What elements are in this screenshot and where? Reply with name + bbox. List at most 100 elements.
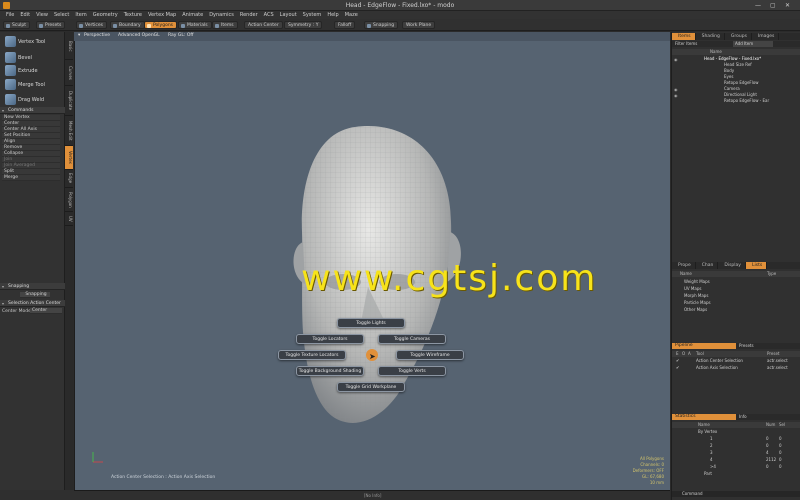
- polygons-mode-button[interactable]: Polygons: [144, 21, 178, 29]
- command-input[interactable]: Command: [672, 491, 800, 497]
- tab-shading[interactable]: Shading: [696, 33, 725, 40]
- 3d-viewport[interactable]: ✥ ⟲ ⊕ ⊞ ⋯ www.cgtsj.com Toggle Lights To…: [74, 32, 670, 490]
- menu-dynamics[interactable]: Dynamics: [206, 12, 237, 18]
- particle-maps-row[interactable]: Particle Maps: [672, 300, 800, 306]
- tab-uv[interactable]: UV: [65, 212, 73, 226]
- ray-gl-toggle[interactable]: Ray GL: Off: [168, 33, 193, 38]
- menu-edit[interactable]: Edit: [17, 12, 33, 18]
- pipeline-row[interactable]: ✔ Action Center Selection actr.select: [672, 358, 800, 364]
- merge-tool-button[interactable]: Merge Tool: [2, 77, 62, 92]
- weight-maps-row[interactable]: Weight Maps: [672, 279, 800, 285]
- morph-maps-row[interactable]: Morph Maps: [672, 293, 800, 299]
- work-plane-dropdown[interactable]: Work Plane: [402, 21, 436, 29]
- eye-visibility-icon[interactable]: ◉: [674, 93, 678, 98]
- toggle-grid-workplane-button[interactable]: Toggle Grid Workplane: [337, 382, 405, 392]
- menu-view[interactable]: View: [33, 12, 51, 18]
- toggle-wireframe-button[interactable]: Toggle Wireframe: [396, 350, 464, 360]
- menu-file[interactable]: File: [3, 12, 17, 18]
- tab-properties[interactable]: Prope: [672, 262, 696, 269]
- drag-weld-button[interactable]: Drag Weld: [2, 92, 62, 107]
- stat-part-row[interactable]: Part: [672, 471, 800, 477]
- menu-layout[interactable]: Layout: [277, 12, 300, 18]
- item-list-header: Name: [672, 49, 800, 55]
- tab-mesh-edit[interactable]: Mesh Edit: [65, 116, 73, 146]
- menu-item[interactable]: Item: [72, 12, 89, 18]
- close-button[interactable]: ✕: [785, 2, 790, 9]
- toggle-texture-locators-button[interactable]: Toggle Texture Locators: [278, 350, 346, 360]
- menu-texture[interactable]: Texture: [121, 12, 145, 18]
- menu-acs[interactable]: ACS: [261, 12, 277, 18]
- uv-maps-row[interactable]: UV Maps: [672, 286, 800, 292]
- menu-maze[interactable]: Maze: [342, 12, 361, 18]
- toggle-verts-button[interactable]: Toggle Verts: [378, 366, 446, 376]
- toggle-background-shading-button[interactable]: Toggle Background Shading: [296, 366, 364, 376]
- tab-polygon[interactable]: Polygon: [65, 188, 73, 212]
- tab-edge[interactable]: Edge: [65, 170, 73, 188]
- minimize-button[interactable]: —: [755, 2, 761, 9]
- shading-mode-dropdown[interactable]: Advanced OpenGL: [118, 33, 160, 38]
- vertices-mode-button[interactable]: Vertices: [76, 21, 107, 29]
- tab-statistics[interactable]: Statistics: [672, 414, 736, 420]
- stat-deformers: Deformers: OFF: [632, 468, 664, 473]
- tab-display[interactable]: Display: [718, 262, 746, 269]
- materials-mode-button[interactable]: Materials: [178, 21, 212, 29]
- menu-system[interactable]: System: [300, 12, 325, 18]
- cmd-merge[interactable]: Merge: [2, 175, 60, 181]
- menu-help[interactable]: Help: [324, 12, 341, 18]
- commands-header[interactable]: ▾ Commands: [0, 107, 65, 114]
- menu-geometry[interactable]: Geometry: [90, 12, 121, 18]
- snapping-toggle[interactable]: Snapping: [20, 292, 50, 298]
- tab-channels[interactable]: Chan: [696, 262, 719, 269]
- center-mode-select[interactable]: Center: [30, 308, 62, 314]
- eye-visibility-icon[interactable]: ◉: [674, 87, 678, 92]
- stat-row[interactable]: >4 0 0: [672, 464, 800, 470]
- extrude-button[interactable]: Extrude: [2, 63, 62, 78]
- tab-lists[interactable]: Lists: [745, 262, 768, 269]
- eye-visibility-icon[interactable]: ◉: [674, 57, 678, 62]
- view-type-dropdown[interactable]: Perspective: [84, 33, 110, 38]
- collapse-arrow-icon: ▾: [2, 301, 5, 306]
- toggle-locators-button[interactable]: Toggle Locators: [296, 334, 364, 344]
- stat-row[interactable]: 1 0 0: [672, 436, 800, 442]
- presets-icon: [39, 24, 43, 28]
- extrude-icon: [5, 65, 16, 76]
- item-retopo-edgeflow-ear[interactable]: Retopo EdgeFlow - Ear: [672, 98, 800, 104]
- boundary-mode-button[interactable]: Boundary: [110, 21, 145, 29]
- tab-basic[interactable]: Basic: [65, 34, 73, 60]
- tab-presets[interactable]: Presets: [736, 343, 800, 349]
- items-mode-button[interactable]: Items: [212, 21, 238, 29]
- add-item-button[interactable]: Add Item: [733, 41, 773, 47]
- stat-row[interactable]: 2 0 0: [672, 443, 800, 449]
- selection-action-center-header[interactable]: ▾ Selection Action Center: [0, 300, 65, 307]
- check-icon: ✔: [676, 365, 680, 370]
- tab-items[interactable]: Items: [672, 33, 696, 40]
- sculpt-button[interactable]: Sculpt: [3, 21, 31, 29]
- presets-button[interactable]: Presets: [36, 21, 66, 29]
- snapping-header[interactable]: ▾ Snapping: [0, 283, 65, 290]
- tab-curves[interactable]: Curves: [65, 60, 73, 86]
- toggle-cameras-button[interactable]: Toggle Cameras: [378, 334, 446, 344]
- falloff-dropdown[interactable]: Falloff: [334, 21, 356, 29]
- tab-pipeline[interactable]: Pipeline: [672, 343, 736, 349]
- stat-group-row[interactable]: By Vertex: [672, 429, 800, 435]
- viewport-menu-icon[interactable]: ▾: [78, 33, 80, 38]
- stat-row[interactable]: 4 2112 0: [672, 457, 800, 463]
- vertex-tool-button[interactable]: Vertex Tool: [2, 34, 62, 49]
- tab-info[interactable]: Info: [736, 414, 800, 420]
- menu-animate[interactable]: Animate: [179, 12, 206, 18]
- tab-vertex[interactable]: Vertex: [65, 146, 73, 170]
- menu-vertex-map[interactable]: Vertex Map: [145, 12, 179, 18]
- tab-groups[interactable]: Groups: [725, 33, 752, 40]
- pipeline-row[interactable]: ✔ Action Axis Selection actr.select: [672, 365, 800, 371]
- tab-duplicate[interactable]: Duplicate: [65, 86, 73, 116]
- toggle-lights-button[interactable]: Toggle Lights: [337, 318, 405, 328]
- stat-row[interactable]: 3 4 0: [672, 450, 800, 456]
- maximize-button[interactable]: ▢: [770, 2, 776, 9]
- tab-images[interactable]: Images: [752, 33, 780, 40]
- other-maps-row[interactable]: Other Maps: [672, 307, 800, 313]
- action-center-dropdown[interactable]: Action Center: [244, 21, 283, 29]
- menu-select[interactable]: Select: [51, 12, 72, 18]
- snapping-button[interactable]: Snapping: [364, 21, 399, 29]
- menu-render[interactable]: Render: [237, 12, 261, 18]
- symmetry-dropdown[interactable]: Symmetry : Y: [284, 21, 323, 29]
